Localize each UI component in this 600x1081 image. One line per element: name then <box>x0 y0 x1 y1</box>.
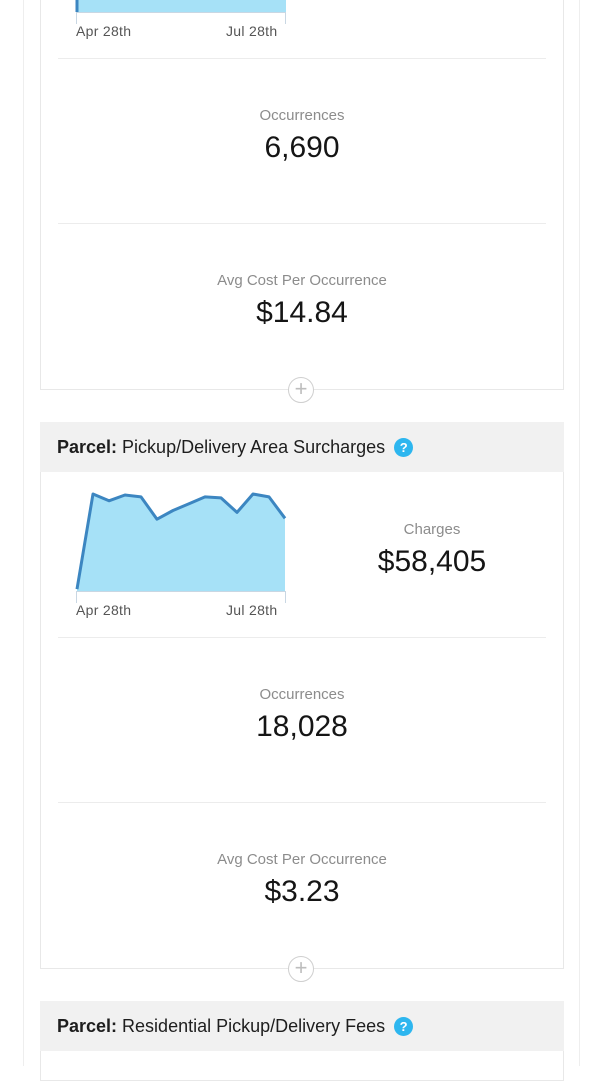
avg-cost-label: Avg Cost Per Occurrence <box>217 272 387 289</box>
occurrences-value: 18,028 <box>256 710 348 743</box>
avg-cost-label: Avg Cost Per Occurrence <box>217 851 387 868</box>
x-tick-label-start-2: Apr 28th <box>76 602 132 618</box>
occurrences-label: Occurrences <box>259 686 345 703</box>
occurrences-label: Occurrences <box>259 107 345 124</box>
mini-chart-2 <box>75 492 287 603</box>
x-tick-label-start-1: Apr 28th <box>76 23 132 39</box>
chart-area-fill-1 <box>77 0 286 12</box>
section-title: Pickup/Delivery Area Surcharges <box>122 436 386 457</box>
expand-plus-icon-1[interactable]: + <box>288 377 314 403</box>
x-tick-label-end-1: Jul 28th <box>226 23 278 39</box>
charges-value: $58,405 <box>377 545 487 578</box>
section-prefix: Parcel: <box>57 1015 118 1036</box>
charges-label: Charges <box>403 521 461 538</box>
avg-cost-value: $3.23 <box>264 875 340 908</box>
occurrences-metric-1: Occurrences 6,690 <box>40 107 564 165</box>
avg-cost-value: $14.84 <box>256 296 348 329</box>
expand-plus-icon-2[interactable]: + <box>288 956 314 982</box>
help-icon[interactable]: ? <box>394 437 414 457</box>
section-header-2: Parcel: Pickup/Delivery Area Surcharges … <box>40 422 564 472</box>
x-tick-label-end-2: Jul 28th <box>226 602 278 618</box>
help-icon[interactable]: ? <box>394 1016 414 1036</box>
divider <box>58 637 546 638</box>
charges-metric: Charges $58,405 <box>300 521 564 579</box>
divider <box>58 58 546 59</box>
divider <box>58 802 546 803</box>
section-prefix: Parcel: <box>57 436 118 457</box>
section-title: Residential Pickup/Delivery Fees <box>122 1015 386 1036</box>
avg-cost-metric-2: Avg Cost Per Occurrence $3.23 <box>40 851 564 909</box>
occurrences-metric-2: Occurrences 18,028 <box>40 686 564 744</box>
divider <box>58 223 546 224</box>
avg-cost-metric-1: Avg Cost Per Occurrence $14.84 <box>40 272 564 330</box>
occurrences-value: 6,690 <box>264 131 340 164</box>
section-header-3: Parcel: Residential Pickup/Delivery Fees… <box>40 1001 564 1051</box>
